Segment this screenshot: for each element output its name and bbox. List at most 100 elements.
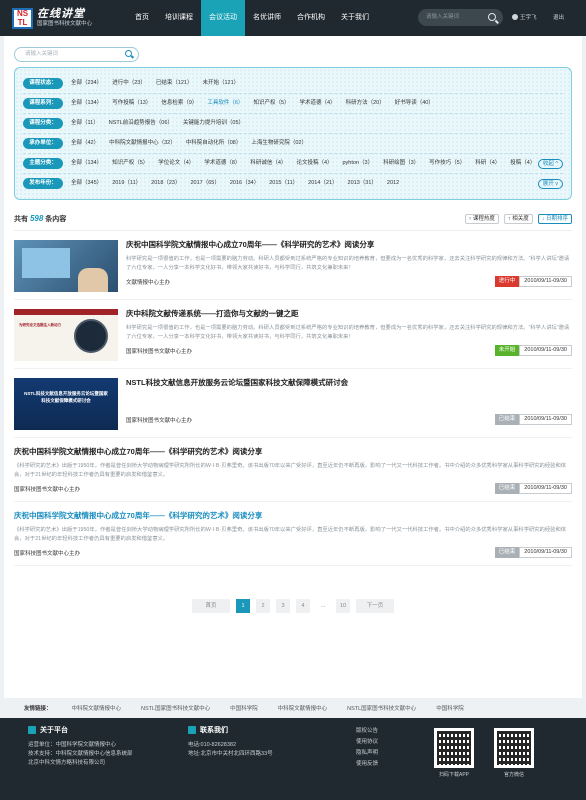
filter-option[interactable]: 2019（11） [112,178,141,189]
course-thumbnail[interactable]: 为研究论文选题注入新动力 [14,309,118,361]
sort-popularity-button[interactable]: ↑ 课程热度 [464,214,499,224]
filter-option[interactable]: 上海生物研究院（02） [251,138,307,149]
filter-option[interactable]: 科研绘图（3） [383,158,419,169]
filter-option[interactable]: 2017（65） [191,178,220,189]
filter-option[interactable]: 中科院文献情报中心（32） [109,138,176,149]
filter-option[interactable]: 科研（4） [475,158,500,169]
filter-option[interactable]: pyhton（3） [343,158,374,169]
filter-option[interactable]: 全部（134） [71,98,102,109]
logout-link[interactable]: 退出 [553,13,564,21]
nav-home[interactable]: 首页 [127,0,157,36]
filter-option[interactable]: 关键能力提升培训（05） [183,118,244,129]
filter-option[interactable]: 信息检索（9） [161,98,197,109]
filter-option[interactable]: 全部（234） [71,78,102,89]
filter-toggle-button[interactable]: 收起 ^ [537,158,563,169]
list-item[interactable]: 庆祝中国科学院文献情报中心成立70周年——《科学研究的艺术》阅读分享 科学研究是一… [14,231,572,300]
site-footer: 关于平台 运营单位：中国科学院文献情报中心 技术支持：中科院文献情报中心信息系统… [0,718,586,800]
item-title[interactable]: NSTL科技文献信息开放服务云论坛暨国家科技文献保障模式研讨会 [126,378,572,388]
filter-option[interactable]: 投稿（4） [510,158,535,169]
page-button[interactable]: 1 [236,599,250,613]
content-search-input[interactable]: 请输入关键词 [14,47,139,62]
list-item[interactable]: 为研究论文选题注入新动力 庆中科院文献传递系统——打造你与文献的一键之距 科学研究是… [14,300,572,369]
filter-row: 主题分类： 全部（134） 知识产权（5） 学位论文（4） 学术道德（8） 科研诚信（4）… [23,154,563,174]
policy-link[interactable]: 版权公告 [356,726,378,737]
policy-link[interactable]: 使用反馈 [356,759,378,770]
thumb-bar [14,309,118,315]
filter-option[interactable]: NSTL前沿趋势报告（06） [109,118,173,129]
filter-option[interactable]: 未开始（121） [203,78,240,89]
site-logo[interactable]: NS TL 在线讲堂 国家图书科技文献中心 [12,7,92,29]
filter-option[interactable]: 学位论文（4） [158,158,194,169]
filter-option[interactable]: 全部（345） [71,178,102,189]
status-badge: 已结束 [494,483,520,494]
friend-link[interactable]: 中国科学院 [230,704,258,712]
course-thumbnail[interactable]: NSTL科技文献信息开放服务云论坛暨国家科技文献保障模式研讨会 [14,378,118,430]
course-thumbnail[interactable] [14,240,118,292]
user-menu[interactable]: 王宇飞 [512,13,537,21]
page-button[interactable]: 2 [256,599,270,613]
nav-partners[interactable]: 合作机构 [289,0,333,36]
list-item[interactable]: NSTL科技文献信息开放服务云论坛暨国家科技文献保障模式研讨会 NSTL科技文献信… [14,369,572,438]
item-status: 已结束 2010/09/11-09/30 [494,414,572,425]
filter-option[interactable]: 2018（23） [151,178,180,189]
filter-option[interactable]: 2016（34） [230,178,259,189]
filter-toggle-button[interactable]: 展开 v [537,178,563,189]
thumb-text: 为研究论文选题注入新动力 [19,323,61,327]
friend-link[interactable]: 中科院文献情报中心 [72,704,122,712]
filter-label: 发布年份： [23,178,63,189]
app-qr-caption: 扫码下载APP [438,772,469,778]
item-title[interactable]: 庆祝中国科学院文献情报中心成立70周年——《科学研究的艺术》阅读分享 [126,240,572,250]
filter-option[interactable]: 已结束（121） [156,78,193,89]
page-next-button[interactable]: 下一页 [356,599,394,613]
header-search-input[interactable]: 请输入关键词 [418,9,503,26]
item-title[interactable]: 庆祝中国科学院文献情报中心成立70周年——《科学研究的艺术》阅读分享 [14,447,572,457]
nav-about[interactable]: 关于我们 [333,0,377,36]
nav-events[interactable]: 会议活动 [201,0,246,36]
friend-link[interactable]: 中科院文献情报中心 [278,704,328,712]
page-button[interactable]: 10 [336,599,350,613]
filter-option[interactable]: 科研方法（20） [346,98,385,109]
filter-option[interactable]: 2014（21） [308,178,337,189]
filter-option[interactable]: 全部（11） [71,118,99,129]
filter-option[interactable]: 2015（11） [269,178,298,189]
top-header: NS TL 在线讲堂 国家图书科技文献中心 首页 培训课程 会议活动 名优讲师 … [0,0,586,36]
list-item[interactable]: 庆祝中国科学院文献情报中心成立70周年——《科学研究的艺术》阅读分享 《科学研究的… [14,438,572,502]
filter-option[interactable]: 知识产权（5） [253,98,289,109]
nav-lecturers[interactable]: 名优讲师 [245,0,289,36]
item-title[interactable]: 庆祝中国科学院文献情报中心成立70周年——《科学研究的艺术》阅读分享 [14,511,572,521]
filter-option[interactable]: 中科院自动化所（08） [186,138,242,149]
nav-courses[interactable]: 培训课程 [157,0,201,36]
filter-option[interactable]: 全部（42） [71,138,99,149]
item-title[interactable]: 庆中科院文献传递系统——打造你与文献的一键之距 [126,309,572,319]
sort-relevance-button[interactable]: ↑ 相关度 [503,214,533,224]
filter-option[interactable]: 学术道德（4） [300,98,336,109]
filter-option[interactable]: 论文投稿（4） [296,158,332,169]
search-icon[interactable] [125,50,132,57]
search-icon[interactable] [488,13,496,21]
filter-option[interactable]: 2012 [387,178,399,189]
filter-option[interactable]: 科研诚信（4） [250,158,286,169]
policy-link[interactable]: 使用协议 [356,737,378,748]
filter-option[interactable]: 进行中（23） [112,78,146,89]
filter-option[interactable]: 学术道德（8） [204,158,240,169]
filter-option[interactable]: 全部（134） [71,158,102,169]
filter-option[interactable]: 工具软件（6） [207,98,243,109]
page-button[interactable]: 4 [296,599,310,613]
thumb-text: NSTL科技文献信息开放服务云论坛暨国家科技文献保障模式研讨会 [24,391,108,403]
filter-option[interactable]: 知识产权（5） [112,158,148,169]
filter-option[interactable]: 写作投稿（13） [112,98,151,109]
item-content: NSTL科技文献信息开放服务云论坛暨国家科技文献保障模式研讨会 国家科技图书文献中… [126,378,572,430]
friend-link[interactable]: NSTL国家图书科技文献中心 [141,704,210,712]
list-item[interactable]: 庆祝中国科学院文献情报中心成立70周年——《科学研究的艺术》阅读分享 《科学研究的… [14,502,572,566]
friend-link[interactable]: NSTL国家图书科技文献中心 [347,704,416,712]
policy-link[interactable]: 隐私声明 [356,748,378,759]
page-first-button[interactable]: 首页 [192,599,230,613]
filter-option[interactable]: 2013（31） [348,178,377,189]
item-organizer: 国家科技图书文献中心主办 [126,348,193,355]
filter-row: 课程状态： 全部（234） 进行中（23） 已结束（121） 未开始（121） [23,74,563,94]
sort-date-button[interactable]: ↓ 日期排序 [537,214,572,224]
filter-option[interactable]: 好书导读（40） [395,98,434,109]
page-button[interactable]: 3 [276,599,290,613]
friend-link[interactable]: 中国科学院 [436,704,464,712]
filter-option[interactable]: 写作技巧（5） [429,158,465,169]
